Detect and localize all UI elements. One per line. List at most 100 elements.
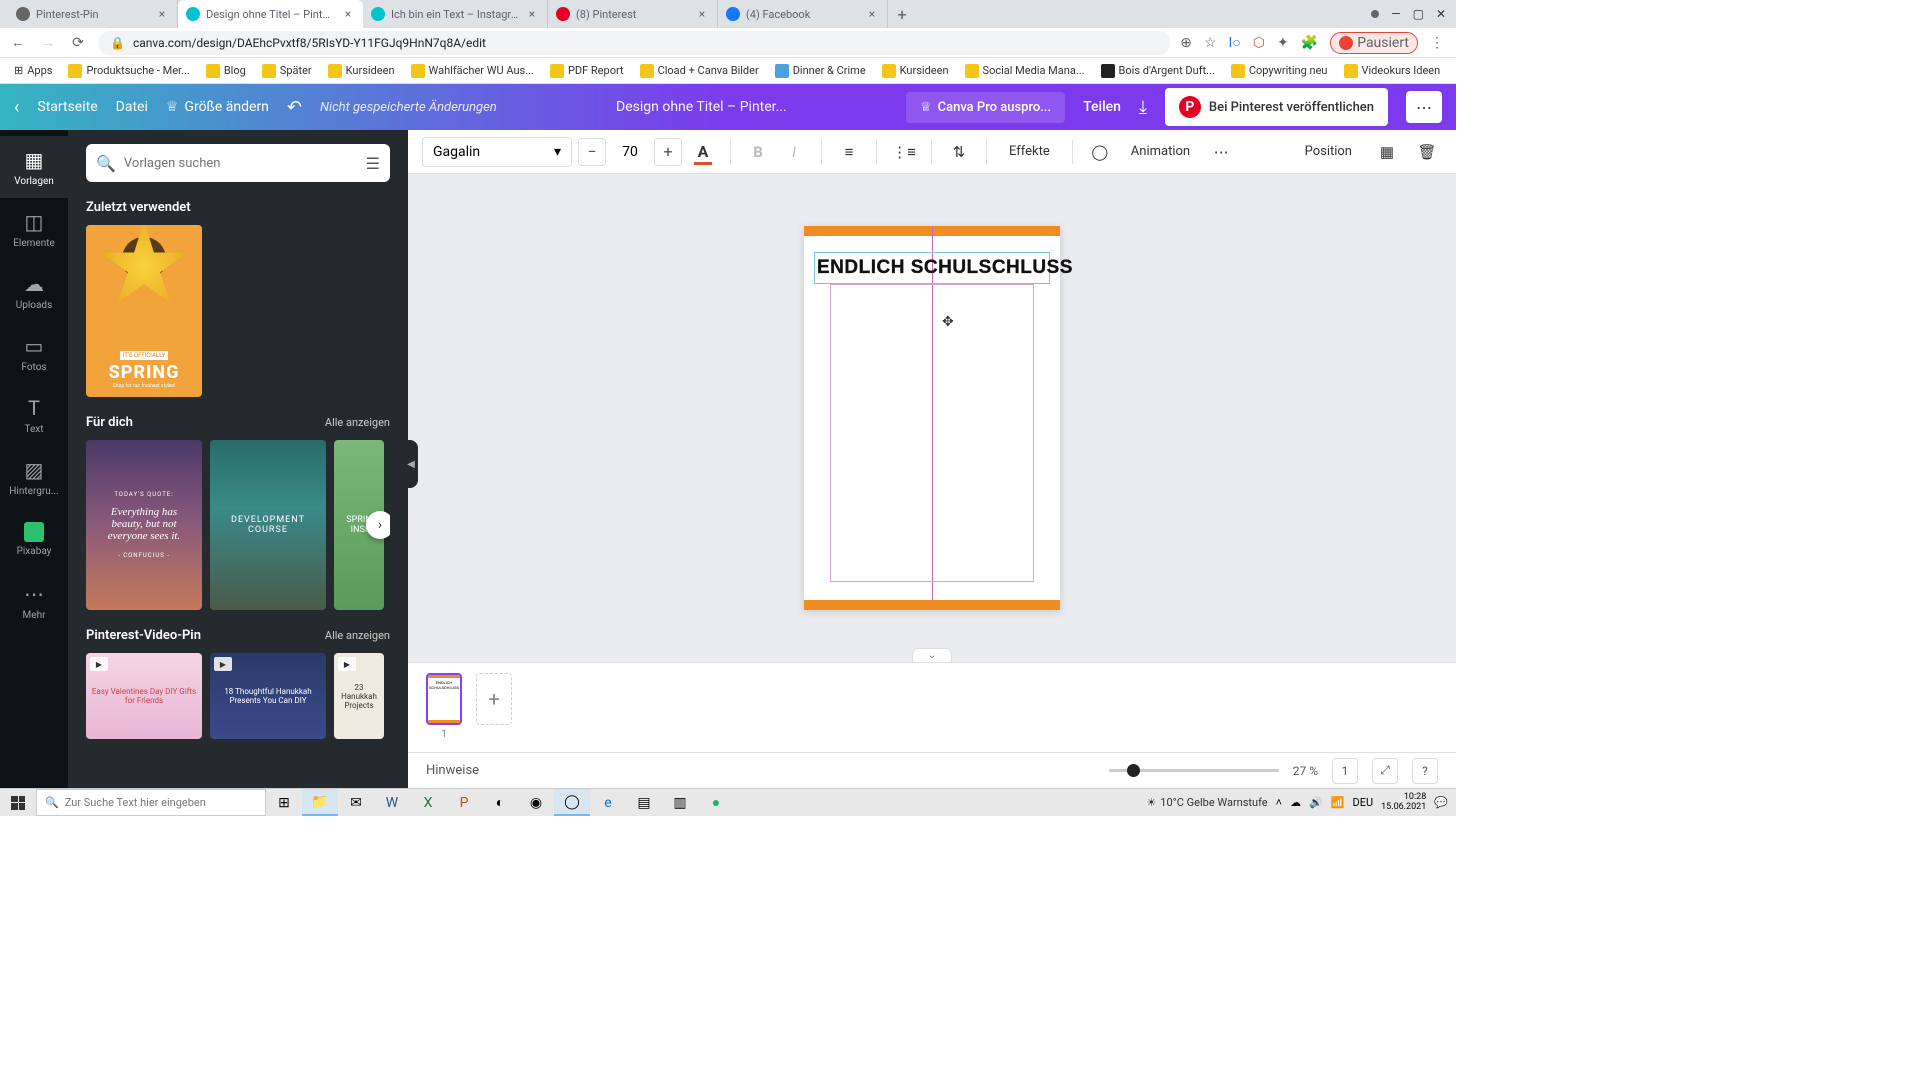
page-count-badge[interactable]: 1 (1332, 758, 1358, 784)
spotify-icon[interactable]: ● (698, 789, 734, 816)
template-thumb[interactable]: ▶18 Thoughtful Hanukkah Presents You Can… (210, 653, 326, 739)
rail-uploads[interactable]: ☁Uploads (0, 260, 68, 322)
headline-text-box[interactable]: ENDLICH SCHULSCHLUSS (814, 252, 1050, 284)
notepad-icon[interactable]: ▥ (662, 789, 698, 816)
profile-pause-badge[interactable]: Pausiert (1330, 32, 1418, 54)
start-button[interactable] (0, 789, 36, 816)
share-button[interactable]: Teilen (1083, 99, 1121, 115)
tray-up-icon[interactable]: ˄ (1276, 796, 1282, 809)
file-menu[interactable]: Datei (116, 99, 148, 115)
publish-pinterest-button[interactable]: P Bei Pinterest veröffentlichen (1165, 88, 1388, 126)
template-search[interactable]: 🔍 ☰ (86, 144, 390, 182)
excel-icon[interactable]: X (410, 789, 446, 816)
obs-icon[interactable]: ◉ (518, 789, 554, 816)
word-icon[interactable]: W (374, 789, 410, 816)
close-icon[interactable]: × (695, 7, 709, 21)
bookmark-item[interactable]: 100 schöne Dinge (1450, 62, 1456, 80)
bold-button[interactable]: B (743, 137, 773, 167)
app-icon[interactable]: ◐ (482, 789, 518, 816)
template-thumb-spring[interactable]: IT'S OFFICIALLY SPRING Shop for our fres… (86, 225, 202, 397)
tab-facebook[interactable]: (4) Facebook × (718, 0, 888, 28)
close-window-icon[interactable]: ✕ (1436, 7, 1446, 21)
bookmark-item[interactable]: Copywriting neu (1225, 62, 1334, 80)
rail-elements[interactable]: ◫Elemente (0, 198, 68, 260)
see-all-link[interactable]: Alle anzeigen (325, 629, 390, 642)
account-icon[interactable] (1371, 10, 1379, 18)
bookmark-item[interactable]: Videokurs Ideen (1338, 62, 1447, 80)
bookmark-item[interactable]: Wahlfächer WU Aus... (405, 62, 540, 80)
template-thumb[interactable]: DEVELOPMENT COURSE (210, 440, 326, 610)
animate-icon[interactable]: ◯ (1085, 137, 1115, 167)
design-title[interactable]: Design ohne Titel – Pinter... (515, 99, 888, 115)
search-input[interactable] (124, 156, 358, 171)
tab-canva-design[interactable]: Design ohne Titel – Pinterest Pin × (178, 0, 363, 28)
menu-icon[interactable]: ⋮ (1430, 35, 1444, 51)
page-thumbnail-1[interactable]: ENDLICH SCHULSCHLUSS (426, 673, 462, 725)
decrease-size-button[interactable]: − (578, 138, 606, 166)
new-tab-button[interactable]: + (888, 0, 916, 28)
more-tools-icon[interactable]: ⋯ (1206, 137, 1236, 167)
star-icon[interactable]: ☆ (1204, 35, 1217, 51)
notifications-icon[interactable]: 💬 (1434, 796, 1448, 809)
zoom-percent[interactable]: 27 % (1293, 764, 1318, 778)
cloud-icon[interactable]: ☁ (1290, 796, 1301, 809)
rail-background[interactable]: ▨Hintergru... (0, 446, 68, 508)
add-page-button[interactable]: + (476, 673, 512, 725)
undo-icon[interactable]: ↶ (287, 97, 302, 118)
transparency-icon[interactable]: ▦ (1372, 137, 1402, 167)
filter-icon[interactable]: ☰ (366, 154, 380, 173)
canvas-viewport[interactable]: ENDLICH SCHULSCHLUSS ✥ ⌄ (408, 174, 1456, 662)
position-button[interactable]: Position (1295, 138, 1362, 165)
notes-button[interactable]: Hinweise (426, 763, 479, 778)
language-indicator[interactable]: DEU (1352, 796, 1373, 809)
rail-more[interactable]: ⋯Mehr (0, 570, 68, 632)
download-icon[interactable]: ⤓ (1139, 97, 1147, 118)
bookmark-item[interactable]: Produktsuche - Mer... (62, 62, 195, 80)
see-all-link[interactable]: Alle anzeigen (325, 416, 390, 429)
rail-pixabay[interactable]: Pixabay (0, 508, 68, 570)
bookmark-item[interactable]: Kursideen (876, 62, 955, 80)
chrome-icon[interactable]: ◯ (554, 789, 590, 816)
bookmark-item[interactable]: Blog (200, 62, 252, 80)
bottom-bar-element[interactable] (804, 600, 1060, 610)
rail-text[interactable]: TText (0, 384, 68, 446)
resize-button[interactable]: ♕Größe ändern (166, 99, 269, 115)
ext1-icon[interactable]: I○ (1229, 34, 1241, 51)
bookmark-item[interactable]: Social Media Mana... (959, 62, 1091, 80)
powerpoint-icon[interactable]: P (446, 789, 482, 816)
headline-text[interactable]: ENDLICH SCHULSCHLUSS (817, 257, 1073, 278)
try-pro-button[interactable]: ♕Canva Pro auspro... (906, 92, 1065, 123)
back-icon[interactable]: ← (8, 33, 28, 53)
list-button[interactable]: ⋮≡ (889, 137, 919, 167)
close-icon[interactable]: × (155, 7, 169, 21)
back-home-icon[interactable]: ‹ (14, 97, 19, 118)
ext3-icon[interactable]: ✦ (1277, 35, 1289, 51)
weather-widget[interactable]: ☀ 10°C Gelbe Warnstufe (1146, 796, 1267, 809)
next-arrow-icon[interactable]: › (366, 511, 390, 539)
align-button[interactable]: ≡ (834, 137, 864, 167)
volume-icon[interactable]: 🔊 (1309, 796, 1323, 809)
reload-icon[interactable]: ⟳ (68, 33, 88, 53)
tab-pinterest[interactable]: (8) Pinterest × (548, 0, 718, 28)
italic-button[interactable]: I (779, 137, 809, 167)
animation-button[interactable]: Animation (1121, 138, 1200, 165)
fullscreen-icon[interactable]: ⤢ (1372, 758, 1398, 784)
minimize-icon[interactable]: — (1391, 7, 1400, 21)
bookmark-item[interactable]: Kursideen (322, 62, 401, 80)
template-thumb[interactable]: TODAY'S QUOTE: Everything has beauty, bu… (86, 440, 202, 610)
zoom-slider[interactable] (1109, 769, 1279, 772)
effects-button[interactable]: Effekte (999, 138, 1060, 165)
collapse-panel-icon[interactable]: ◀ (404, 440, 418, 488)
font-size-value[interactable]: 70 (610, 144, 650, 160)
more-menu-button[interactable]: ⋯ (1406, 91, 1442, 123)
ext2-icon[interactable]: ⬡ (1253, 35, 1265, 51)
bookmark-item[interactable]: Bois d'Argent Duft... (1095, 62, 1221, 80)
bookmark-apps[interactable]: ⊞Apps (8, 62, 58, 79)
extensions-icon[interactable]: 🧩 (1301, 35, 1318, 51)
close-icon[interactable]: × (341, 7, 355, 21)
taskbar-search[interactable]: 🔍 Zur Suche Text hier eingeben (36, 789, 266, 816)
bookmark-item[interactable]: PDF Report (544, 62, 630, 80)
bookmark-item[interactable]: Später (256, 62, 318, 80)
close-icon[interactable]: × (865, 7, 879, 21)
template-thumb[interactable]: ▶Easy Valentines Day DIY Gifts for Frien… (86, 653, 202, 739)
